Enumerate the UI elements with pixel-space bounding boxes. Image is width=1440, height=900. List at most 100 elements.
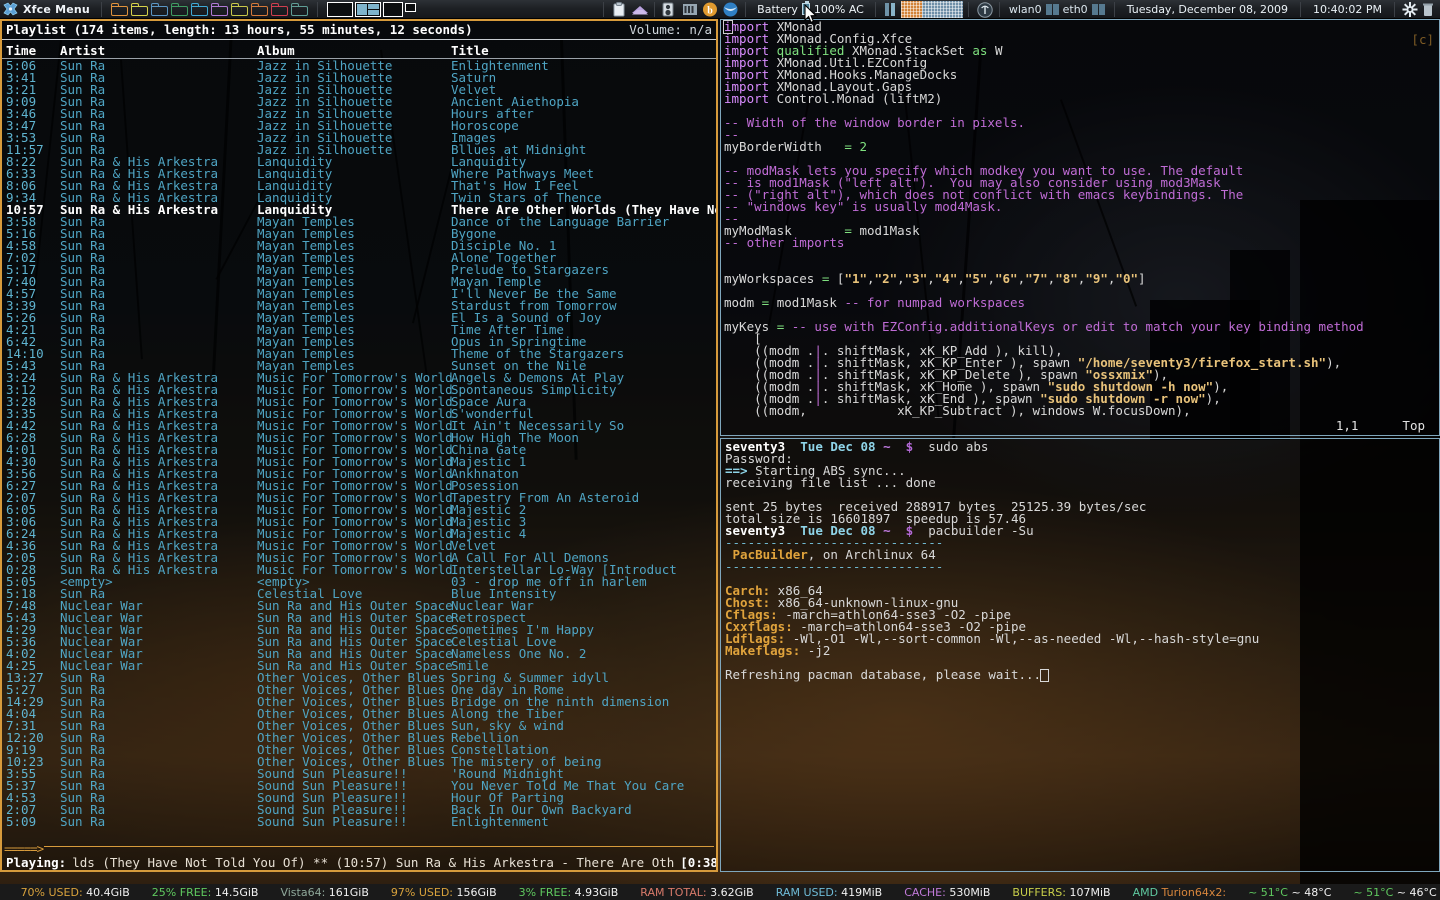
folder-icon-10[interactable] [290, 2, 308, 16]
code-line: -- other imports [724, 236, 1437, 249]
panel-separator [745, 1, 747, 17]
panel-date[interactable]: Tuesday, December 08, 2009 [1120, 3, 1295, 16]
terminal-token: Refreshing pacman database, please wait.… [725, 667, 1042, 682]
code-line: ((modm, xK_KP_Subtract ), windows W.focu… [724, 404, 1437, 417]
code-token: , [987, 271, 995, 286]
workspace-4[interactable] [404, 2, 416, 12]
panel-separator [654, 1, 656, 17]
speaker-icon[interactable] [662, 2, 678, 17]
gear-icon[interactable] [1402, 1, 1418, 17]
wlan-label: wlan0 [1008, 2, 1042, 16]
conky-stat-label: CACHE: [904, 885, 946, 899]
code-line: import Control.Monad (liftM2) [724, 92, 1437, 105]
panel-clock[interactable]: 10:40:02 PM [1306, 3, 1389, 16]
terminal-token: sudo abs [913, 439, 989, 454]
eth-label: eth0 [1062, 2, 1088, 16]
conky-stat-value: 3.62GiB [706, 885, 754, 899]
folder-icon-1[interactable] [110, 2, 128, 16]
track-artist: Sun Ra [60, 813, 106, 829]
terminal-window[interactable]: seventy3 Tue Dec 08 ~ $ sudo abs Password… [720, 438, 1440, 872]
playing-label: Playing: [6, 854, 67, 870]
conky-stat: 70% USED: 40.4GiB [10, 886, 141, 899]
vim-buffer[interactable]: import XMonad import XMonad.Config.Xfce im… [721, 20, 1439, 417]
playlist-track-list[interactable]: 5:06 Sun Ra Jazz in Silhouette Enlightenmen… [2, 59, 716, 842]
workspace-pager[interactable] [323, 1, 420, 17]
mixer-icon[interactable] [682, 2, 698, 17]
column-header-artist: Artist [60, 42, 106, 58]
code-token: , [927, 271, 935, 286]
workspace-1[interactable] [326, 1, 353, 17]
progress-filled: =====> [4, 842, 44, 854]
conky-stat: 97% USED: 156GiB [380, 886, 508, 899]
folder-icon-4[interactable] [170, 2, 188, 16]
code-token: , [897, 271, 905, 286]
conky-stat-value: 156GiB [453, 885, 497, 899]
workspace-3[interactable] [382, 1, 403, 17]
conky-stat-label: ~ 51°C [1248, 885, 1288, 899]
conky-stat: Vista64: 161GiB [269, 886, 379, 899]
conky-stat: ~ 51°C ~ 46°C [1342, 886, 1440, 899]
xfce-menu-button[interactable]: Xfce Menu [0, 2, 96, 16]
folder-icon-5[interactable] [190, 2, 208, 16]
folder-icon-8[interactable] [250, 2, 268, 16]
conky-stat-label: ~ 51°C [1353, 885, 1394, 899]
workspace-2-active[interactable] [354, 1, 381, 17]
conky-stat: CACHE: 530MiB [893, 886, 1001, 899]
code-token: "5" [964, 271, 988, 286]
code-token: ), [1205, 391, 1221, 406]
code-line: -- "windows key" is usually mod4Mask. [724, 200, 1437, 213]
terminal-token: receiving file list ... done [725, 475, 936, 490]
conky-stat-value: ~ 48°C [1287, 885, 1332, 899]
conky-stat-label: RAM TOTAL: [640, 885, 707, 899]
terminal-token: -j2 [800, 643, 831, 658]
blogger-icon[interactable]: b [702, 2, 718, 17]
panel-separator [998, 1, 1000, 17]
conky-stat-label: 3% FREE: [518, 885, 572, 899]
battery-indicator[interactable]: Battery 100% AC [751, 1, 870, 16]
folder-icon-7[interactable] [230, 2, 248, 16]
conky-stat: RAM USED: 419MiB [765, 886, 893, 899]
vim-xmonad-config-window[interactable]: import XMonad import XMonad.Config.Xfce im… [720, 19, 1440, 436]
panel-separator [1113, 1, 1115, 17]
code-token: myWorkspaces [724, 271, 822, 286]
folder-icon-9[interactable] [270, 2, 288, 16]
terminal-line: Makeflags: -j2 [725, 643, 1437, 658]
conky-stat-label: AMD [1132, 885, 1159, 899]
playback-progress-bar[interactable]: =====> [2, 842, 716, 854]
xfce-panel: Xfce Menu b Battery 100% AC wlan0 eth0 T… [0, 0, 1440, 19]
terminal-token: Tue Dec 08 [800, 439, 876, 454]
terminal-output[interactable]: seventy3 Tue Dec 08 ~ $ sudo abs Password… [721, 439, 1439, 682]
folder-icon-6[interactable] [210, 2, 228, 16]
envelope-icon[interactable] [631, 2, 649, 17]
playlist-column-headers: Time Artist Album Title [2, 40, 716, 58]
conky-stat-label: 70% USED: [20, 885, 83, 899]
code-token: "9" [1085, 271, 1108, 286]
panel-separator [874, 1, 876, 17]
conky-stat-value: 107MiB [1065, 885, 1111, 899]
conky-stat-label: 97% USED: [390, 885, 454, 899]
terminal-token: ----------------------------- [725, 559, 944, 574]
conky-stat-value: 530MiB [945, 885, 991, 899]
code-token: "1" [844, 271, 868, 286]
conky-stat-value: 4.93GiB [571, 885, 619, 899]
code-token: ] [1138, 271, 1146, 286]
code-token: "3" [904, 271, 928, 286]
clipboard-icon[interactable] [611, 1, 627, 17]
code-token: mod1Mask [776, 295, 845, 310]
panel-separator [1299, 1, 1301, 17]
thunderbird-icon[interactable] [722, 2, 738, 17]
folder-icon-2[interactable] [130, 2, 148, 16]
network-graph-monitor [900, 0, 963, 18]
ncmpcpp-playlist-window[interactable]: Playlist (174 items, length: 13 hours, 5… [0, 19, 718, 872]
conky-stat: 25% FREE: 14.5GiB [141, 886, 270, 899]
folder-icon-3[interactable] [150, 2, 168, 16]
conky-system-monitor-bar: Arch64: 57.8GiB70% USED: 40.4GiB25% FREE… [0, 884, 1440, 900]
table-row[interactable]: 5:09 Sun Ra Sound Sun Pleasure!! Enlightenm… [2, 813, 716, 829]
code-token: = [821, 271, 837, 286]
wifi-signal-icon[interactable] [976, 1, 993, 18]
trash-icon[interactable] [1422, 2, 1438, 17]
xfce-menu-label: Xfce Menu [23, 2, 90, 16]
vim-scroll-position: Top [1402, 418, 1425, 433]
